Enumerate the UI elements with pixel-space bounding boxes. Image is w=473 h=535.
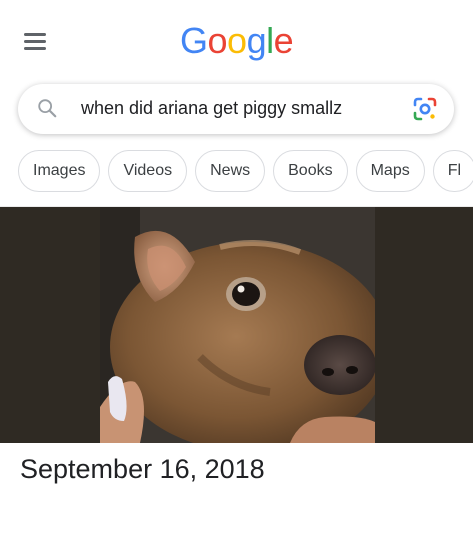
logo-letter: l [266, 20, 274, 61]
piglet-illustration [100, 207, 375, 443]
logo-letter: e [273, 20, 294, 61]
search-icon[interactable] [36, 97, 58, 119]
tab-images[interactable]: Images [18, 150, 101, 192]
google-logo[interactable]: Google [180, 20, 294, 62]
google-lens-icon[interactable] [412, 96, 438, 122]
piglet-image[interactable] [100, 207, 375, 443]
tab-books[interactable]: Books [273, 150, 348, 192]
logo-letter: o [207, 20, 228, 61]
logo-letter: o [227, 20, 247, 61]
tab-videos[interactable]: Videos [108, 150, 188, 192]
logo-letter: G [180, 20, 208, 61]
search-bar[interactable]: when did ariana get piggy smallz [18, 84, 454, 134]
search-input[interactable]: when did ariana get piggy smallz [81, 98, 342, 119]
tab-flights[interactable]: Fl [432, 150, 473, 192]
top-bar: Google [0, 0, 473, 80]
logo-letter: g [246, 20, 267, 61]
result-image-panel [0, 207, 473, 443]
result-answer-date: September 16, 2018 [20, 454, 265, 484]
tab-news[interactable]: News [195, 150, 266, 192]
search-tabs: Images Videos News Books Maps Fl [18, 150, 473, 194]
menu-icon[interactable] [24, 33, 46, 51]
tab-maps[interactable]: Maps [355, 150, 425, 192]
